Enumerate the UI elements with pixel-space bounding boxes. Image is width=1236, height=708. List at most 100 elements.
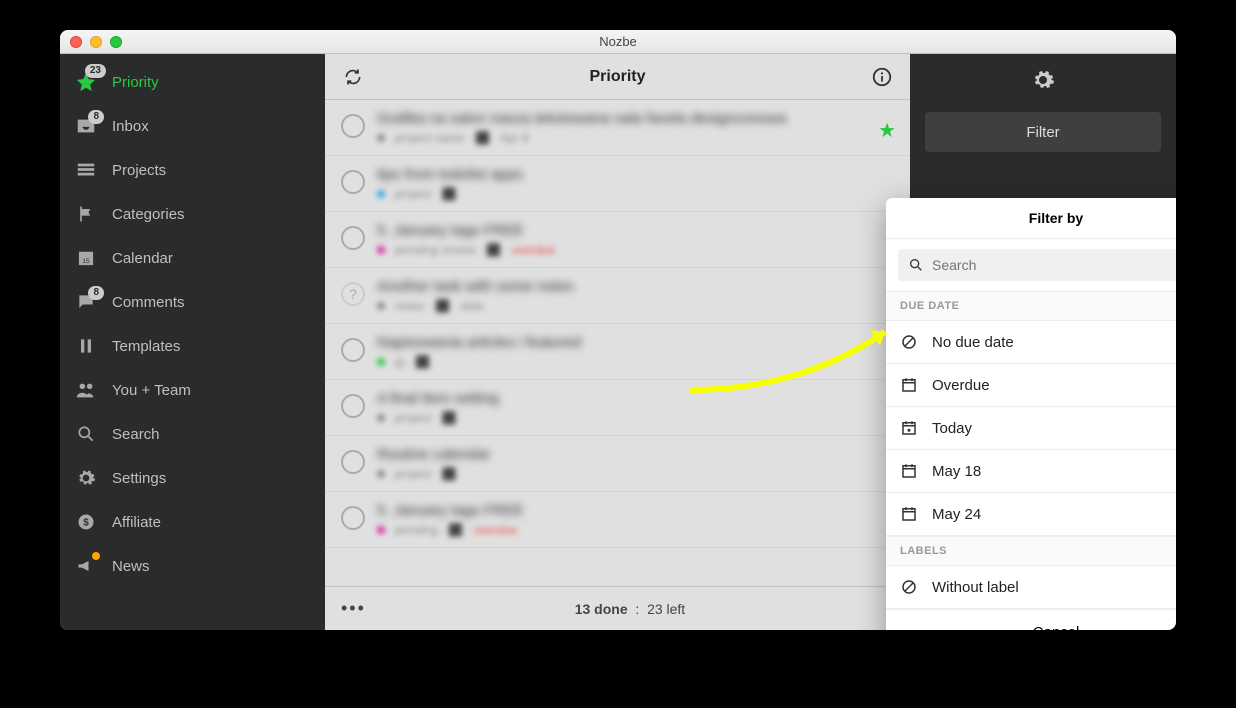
filter-option-may24[interactable]: May 24 <box>886 493 1176 536</box>
projects-icon <box>74 158 98 182</box>
main-title: Priority <box>367 68 868 86</box>
filter-option-label: Overdue <box>932 377 990 394</box>
task-row[interactable]: A final item setting project · ⬛ <box>325 380 910 436</box>
task-checkbox[interactable]: ? <box>341 282 365 306</box>
main-panel: Priority Grafika na salon nasza tekstowa… <box>325 54 910 630</box>
filter-option-label: May 24 <box>932 506 981 523</box>
news-notification-dot <box>92 552 100 560</box>
calendar-icon: 15 <box>74 246 98 270</box>
search-icon <box>74 422 98 446</box>
sidebar-item-settings[interactable]: Settings <box>60 456 325 500</box>
flag-icon <box>74 202 98 226</box>
sidebar-item-news[interactable]: News <box>60 544 325 588</box>
sidebar-item-categories[interactable]: Categories <box>60 192 325 236</box>
task-checkbox[interactable] <box>341 170 365 194</box>
filter-option-label: No due date <box>932 334 1014 351</box>
sidebar-item-label: News <box>112 558 150 575</box>
gear-icon <box>74 466 98 490</box>
task-title: 5. January tags FREE <box>377 222 894 239</box>
popover-section-duedate: DUE DATE <box>886 291 1176 321</box>
templates-icon <box>74 334 98 358</box>
task-row[interactable]: 5. January tags FREE pending review · ⬛ … <box>325 212 910 268</box>
task-row[interactable]: 5. January tags FREE pending · ⬛ · overd… <box>325 492 910 548</box>
task-title: tips from todolist apps <box>377 166 894 183</box>
inbox-icon: 8 <box>74 114 98 138</box>
task-checkbox[interactable] <box>341 394 365 418</box>
window-titlebar: Nozbe <box>60 30 1176 54</box>
none-icon <box>900 333 918 351</box>
inbox-badge: 8 <box>88 110 104 124</box>
task-row[interactable]: Grafika na salon nasza tekstowana sala f… <box>325 100 910 156</box>
star-icon: 23 <box>74 70 98 94</box>
sidebar: 23 Priority 8 Inbox Projects <box>60 54 325 630</box>
sidebar-item-label: Templates <box>112 338 180 355</box>
window-title: Nozbe <box>60 34 1176 49</box>
task-list[interactable]: Grafika na salon nasza tekstowana sala f… <box>325 100 910 586</box>
gear-icon[interactable] <box>1031 68 1055 92</box>
sidebar-item-label: Settings <box>112 470 166 487</box>
popover-search[interactable] <box>898 249 1176 281</box>
sidebar-item-label: Affiliate <box>112 514 161 531</box>
calendar-icon <box>900 376 918 394</box>
popover-title: Filter by <box>886 198 1176 239</box>
team-icon <box>74 378 98 402</box>
priority-badge: 23 <box>85 64 106 78</box>
task-row[interactable]: ? Another task with some notes notes · ⬛… <box>325 268 910 324</box>
filter-option-overdue[interactable]: Overdue <box>886 364 1176 407</box>
main-header: Priority <box>325 54 910 100</box>
task-checkbox[interactable] <box>341 506 365 530</box>
task-row[interactable]: tips from todolist apps project · ⬛ <box>325 156 910 212</box>
sidebar-item-team[interactable]: You + Team <box>60 368 325 412</box>
footer-status: 13 done : 23 left <box>366 601 894 617</box>
sidebar-item-label: You + Team <box>112 382 191 399</box>
filter-option-today[interactable]: Today <box>886 407 1176 450</box>
sidebar-item-label: Projects <box>112 162 166 179</box>
sidebar-item-label: Comments <box>112 294 185 311</box>
filter-option-label: May 18 <box>932 463 981 480</box>
filter-option-label: Today <box>932 420 972 437</box>
dollar-icon: $ <box>74 510 98 534</box>
sidebar-item-label: Inbox <box>112 118 149 135</box>
sidebar-item-templates[interactable]: Templates <box>60 324 325 368</box>
task-title: A final item setting <box>377 390 894 407</box>
sidebar-item-calendar[interactable]: 15 Calendar <box>60 236 325 280</box>
task-checkbox[interactable] <box>341 450 365 474</box>
search-icon <box>908 257 924 273</box>
task-checkbox[interactable] <box>341 338 365 362</box>
task-checkbox[interactable] <box>341 114 365 138</box>
sidebar-item-priority[interactable]: 23 Priority <box>60 60 325 104</box>
sidebar-item-inbox[interactable]: 8 Inbox <box>60 104 325 148</box>
popover-cancel-button[interactable]: Cancel <box>886 609 1176 630</box>
filter-option-no-due-date[interactable]: No due date <box>886 321 1176 364</box>
star-icon[interactable]: ★ <box>878 118 896 143</box>
popover-search-input[interactable] <box>932 257 1176 273</box>
sidebar-item-comments[interactable]: 8 Comments <box>60 280 325 324</box>
popover-section-labels: LABELS <box>886 536 1176 566</box>
calendar-icon <box>900 505 918 523</box>
filter-option-label: Without label <box>932 579 1019 596</box>
sidebar-item-label: Calendar <box>112 250 173 267</box>
sidebar-item-label: Search <box>112 426 160 443</box>
sidebar-item-affiliate[interactable]: $ Affiliate <box>60 500 325 544</box>
calendar-icon <box>900 419 918 437</box>
comments-badge: 8 <box>88 286 104 300</box>
task-title: Routine calendar <box>377 446 894 463</box>
megaphone-icon <box>74 554 98 578</box>
sidebar-item-projects[interactable]: Projects <box>60 148 325 192</box>
task-row[interactable]: Napisowania articles i featured pj · ⬛ <box>325 324 910 380</box>
task-row[interactable]: Routine calendar project · ⬛ <box>325 436 910 492</box>
sidebar-item-search[interactable]: Search <box>60 412 325 456</box>
comments-icon: 8 <box>74 290 98 314</box>
sidebar-item-label: Categories <box>112 206 185 223</box>
task-checkbox[interactable] <box>341 226 365 250</box>
more-button[interactable]: ••• <box>341 598 366 619</box>
svg-text:$: $ <box>83 517 89 528</box>
main-footer: ••• 13 done : 23 left <box>325 586 910 630</box>
filter-button[interactable]: Filter <box>925 112 1161 152</box>
sidebar-item-label: Priority <box>112 74 159 91</box>
refresh-button[interactable] <box>339 63 367 91</box>
info-button[interactable] <box>868 63 896 91</box>
filter-option-may18[interactable]: May 18 <box>886 450 1176 493</box>
task-title: 5. January tags FREE <box>377 502 894 519</box>
filter-option-without-label[interactable]: Without label <box>886 566 1176 609</box>
